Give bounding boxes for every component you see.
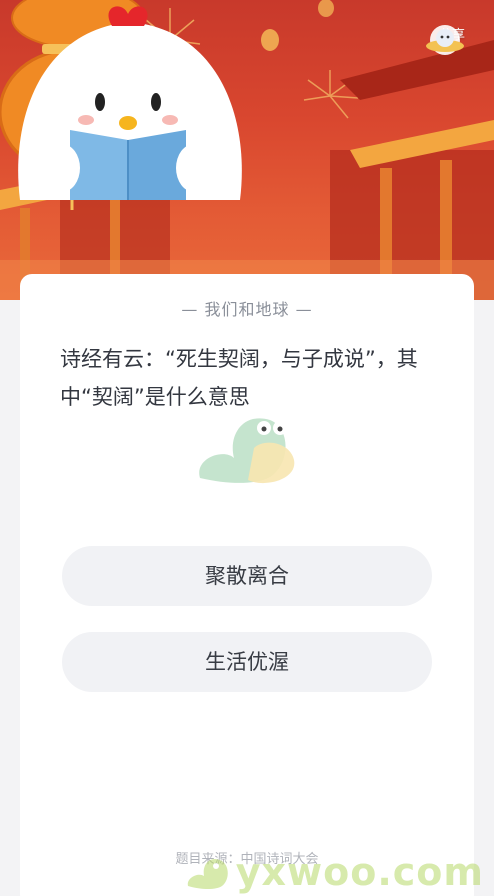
quiz-category: — 我们和地球 — (181, 300, 313, 319)
share-button[interactable]: 分享 (424, 20, 480, 90)
mascot-chick-reading-icon (18, 6, 242, 200)
question-text: 诗经有云：“死生契阔，与子成说”，其中“契阔”是什么意思 (60, 347, 418, 409)
watermark-snail-icon (187, 858, 228, 889)
answer-option-1[interactable]: 聚散离合 (62, 546, 432, 606)
festive-header-illustration: 福 分享 (0, 0, 494, 300)
snail-logo-icon (199, 418, 295, 484)
quiz-card: — 我们和地球 — 诗经有云：“死生契阔，与子成说”，其中“契阔”是什么意思 聚… (20, 274, 474, 896)
watermark-site-text: yxwoo.com (235, 850, 484, 894)
site-watermark: yxwoo.com (186, 850, 484, 894)
answer-option-2[interactable]: 生活优渥 (62, 632, 432, 692)
share-icon (426, 25, 464, 55)
quiz-screen: 福 分享 (0, 0, 494, 896)
firework-right (303, 70, 359, 119)
